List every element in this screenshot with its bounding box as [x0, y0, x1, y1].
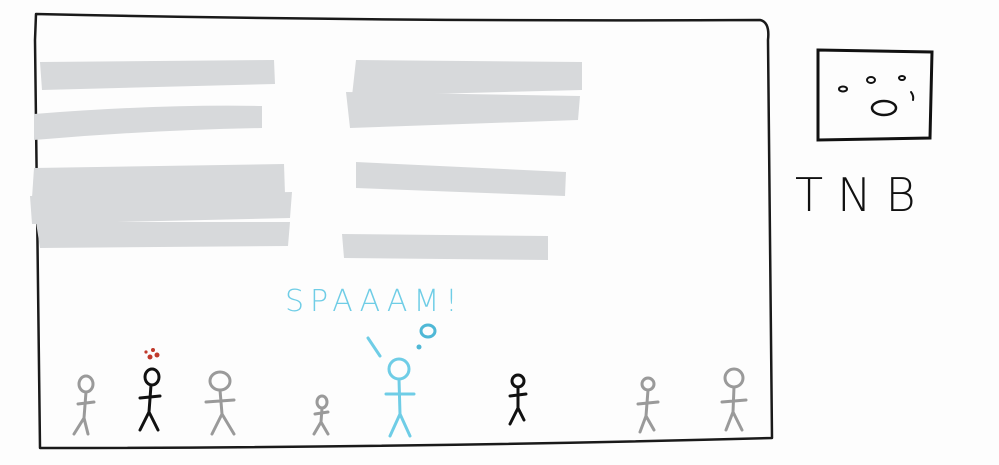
placeholder-line	[356, 162, 566, 196]
placeholder-line	[30, 192, 292, 224]
scene	[30, 12, 934, 450]
placeholder-line	[36, 222, 290, 248]
text-block-left	[30, 60, 292, 248]
tv-frame	[816, 48, 934, 142]
stick-figure-gray	[720, 367, 748, 432]
text-block-right	[342, 60, 582, 260]
tv-face-icon	[816, 48, 934, 142]
corner-letters: TNB	[795, 168, 930, 222]
crowd	[72, 323, 748, 438]
tv-mouth	[870, 99, 898, 117]
placeholder-line	[34, 105, 262, 140]
alarm-marks	[144, 348, 160, 360]
stick-figure-gray	[204, 370, 236, 436]
stick-figure-black	[508, 373, 528, 426]
stick-figure-alarmed	[138, 367, 162, 432]
tv-eye	[898, 75, 906, 81]
stick-figure-gray	[312, 394, 330, 436]
placeholder-line	[346, 92, 580, 128]
speech-text: SPAAAM!	[285, 284, 464, 319]
tv-eye	[866, 76, 876, 84]
placeholder-line	[352, 60, 582, 96]
placeholder-line	[40, 60, 275, 90]
stick-figure-gray	[636, 376, 660, 434]
tv-eye	[838, 85, 848, 93]
thought-bubble	[416, 323, 437, 350]
placeholder-line	[342, 234, 548, 260]
stick-figure-speaker	[366, 336, 416, 438]
stick-figure-gray	[72, 374, 96, 436]
